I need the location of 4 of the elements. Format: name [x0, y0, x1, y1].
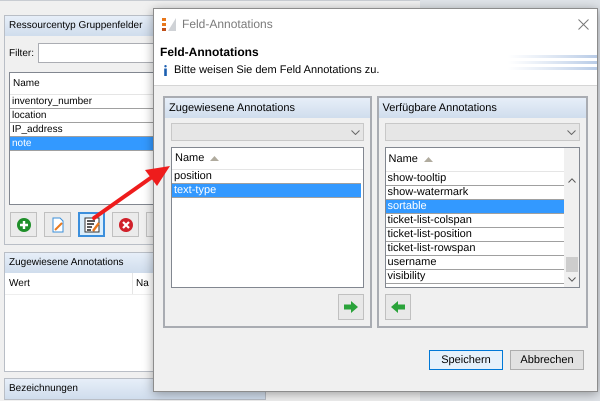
- filter-label: Filter:: [9, 46, 34, 60]
- dialog-heading: Feld-Annotations: [160, 44, 260, 61]
- group-title: Zugewiesene Annotations: [165, 98, 370, 118]
- group-title: Verfügbare Annotations: [378, 98, 586, 118]
